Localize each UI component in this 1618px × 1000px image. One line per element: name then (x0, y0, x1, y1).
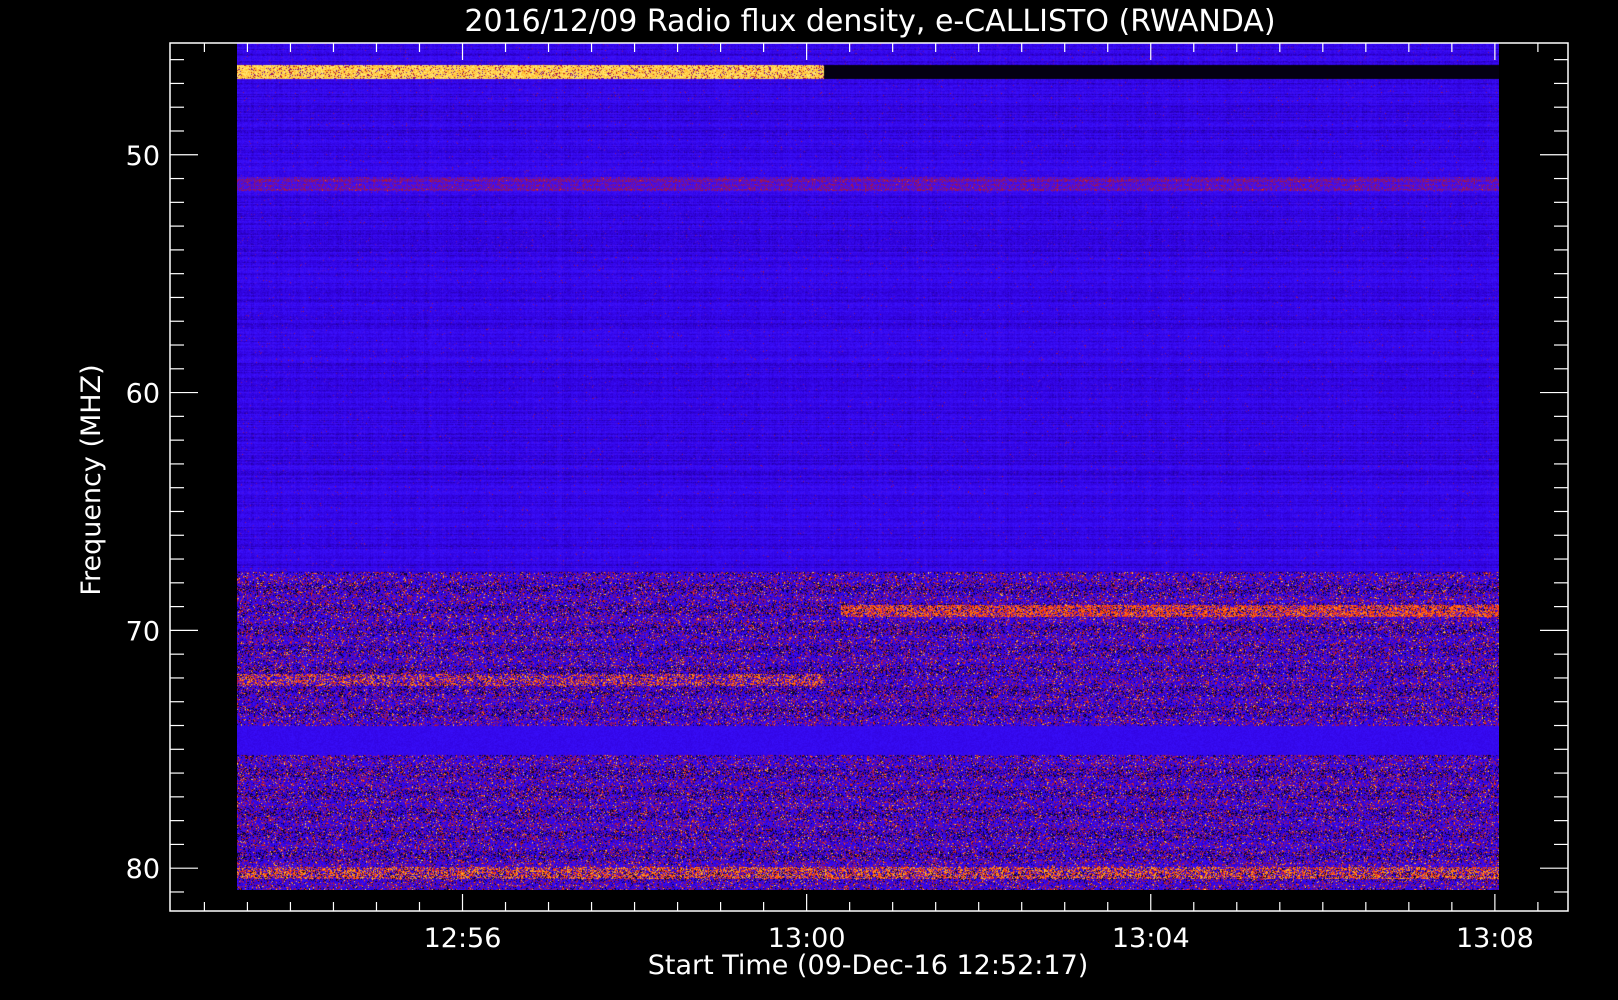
x-tick-label: 13:04 (1112, 923, 1190, 954)
y-tick-label: 80 (126, 854, 160, 885)
x-tick-label: 12:56 (424, 923, 502, 954)
spectrogram-chart: 2016/12/09 Radio flux density, e-CALLIST… (76, 4, 1569, 981)
y-tick-label: 50 (126, 141, 160, 172)
spectrogram-image (237, 43, 1499, 890)
y-tick-label: 60 (126, 379, 160, 410)
chart-title: 2016/12/09 Radio flux density, e-CALLIST… (464, 4, 1275, 39)
x-tick-label: 13:08 (1456, 923, 1534, 954)
spectrogram-heatmap (237, 43, 1499, 890)
y-axis-label: Frequency (MHZ) (76, 364, 107, 595)
y-tick-label: 70 (126, 616, 160, 647)
x-axis-label: Start Time (09-Dec-16 12:52:17) (648, 950, 1089, 981)
